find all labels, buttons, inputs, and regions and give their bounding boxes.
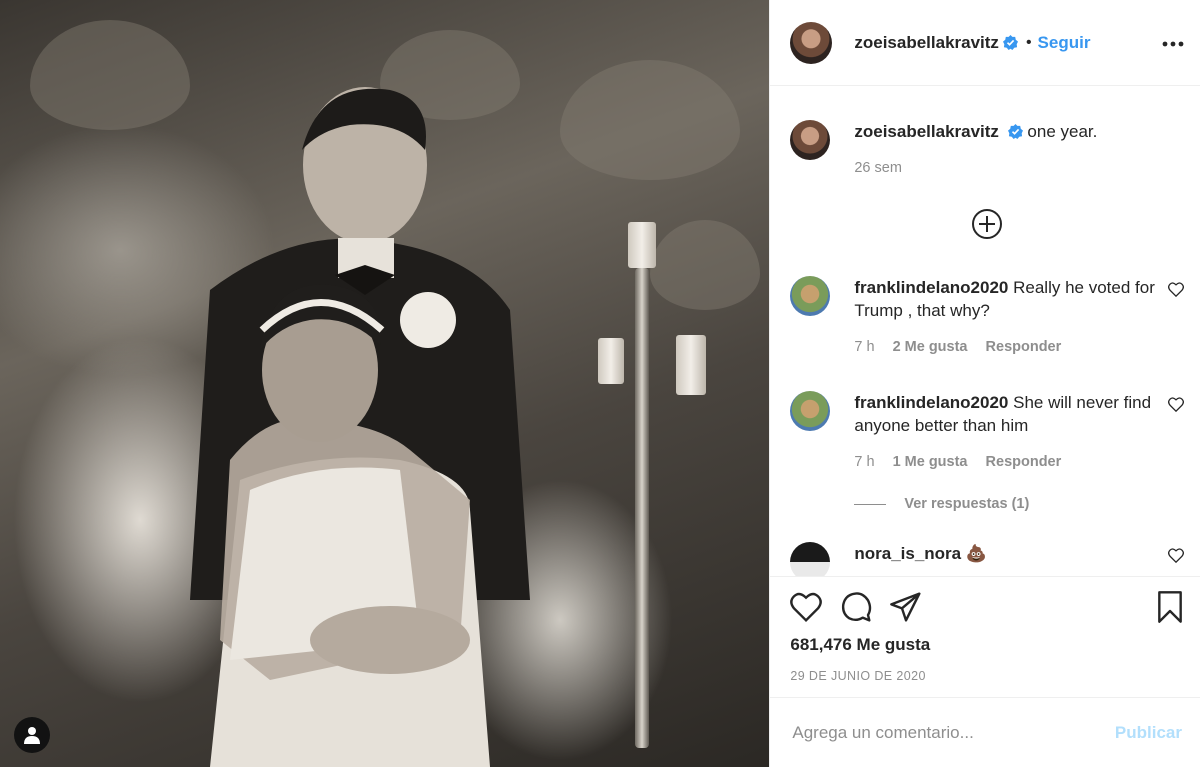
comment-like-button[interactable] [1168,397,1184,474]
candle [628,222,656,268]
post-side-panel: zoeisabellakravitz • Seguir zoeisabellak… [769,0,1200,767]
separator-dot: • [1025,33,1032,51]
plus-circle-icon [972,209,1003,239]
user-tag-icon [24,727,40,744]
candle [676,335,706,395]
view-replies-button[interactable]: Ver respuestas (1) [854,496,1184,512]
post-caption: zoeisabellakravitz one year. 26 sem [790,120,1184,180]
comment-item: franklindelano2020 Really he voted for T… [790,276,1184,359]
like-button[interactable] [790,592,823,622]
commenter-username[interactable]: franklindelano2020 [854,393,1008,412]
more-options-icon [1162,41,1184,46]
comment-like-button[interactable] [1168,548,1184,576]
candle [598,338,624,384]
verified-badge-icon [1002,35,1018,50]
commenter-avatar[interactable] [790,276,831,316]
follow-button[interactable]: Seguir [1038,33,1091,53]
post-date[interactable]: 29 DE JUNIO DE 2020 [790,669,1184,683]
likes-count[interactable]: 681,476 Me gusta [790,635,1184,655]
author-username[interactable]: zoeisabellakravitz [854,33,999,53]
foliage [650,220,760,310]
comment-item: franklindelano2020 She will never find a… [790,391,1184,474]
save-button[interactable] [1156,591,1184,623]
heart-icon [790,592,823,622]
caption-meta: 26 sem [854,157,1184,180]
bookmark-icon [1158,591,1182,623]
comment-button[interactable] [840,591,872,623]
comment-meta: 7 h 1 Me gusta Responder [854,451,1156,474]
commenter-avatar[interactable] [790,391,831,431]
post-header: zoeisabellakravitz • Seguir [770,0,1200,86]
caption-text: one year. [1027,122,1098,141]
couple-figure [190,87,530,767]
comment-likes[interactable]: 2 Me gusta [893,339,968,355]
instagram-post: zoeisabellakravitz • Seguir zoeisabellak… [0,0,1200,767]
replies-divider [854,503,887,505]
share-button[interactable] [890,592,922,622]
caption-time[interactable]: 26 sem [854,160,902,176]
caption-avatar[interactable] [790,120,831,160]
comment-likes[interactable]: 1 Me gusta [893,454,968,470]
caption-username[interactable]: zoeisabellakravitz [854,122,999,141]
publish-button[interactable]: Publicar [1115,723,1182,743]
comment-time[interactable]: 7 h [854,339,874,355]
share-icon [890,592,921,622]
comment-icon [842,592,872,622]
comment-text: 💩 [965,544,988,563]
load-more-comments-button[interactable] [790,208,1184,240]
candlestick [635,268,649,748]
reply-button[interactable]: Responder [986,339,1062,355]
view-replies-label: Ver respuestas (1) [904,496,1030,512]
more-options-button[interactable] [1162,34,1184,52]
heart-icon [1168,282,1184,298]
post-photo[interactable] [0,0,770,767]
heart-icon [1168,397,1184,413]
verified-badge-icon [1007,124,1023,139]
foliage [30,20,190,130]
add-comment-bar: Publicar [770,697,1200,767]
foliage [560,60,740,180]
comment-like-button[interactable] [1168,282,1184,359]
commenter-username[interactable]: nora_is_nora [854,544,961,563]
comment-meta: 7 h 2 Me gusta Responder [854,336,1156,359]
action-icons [790,591,1184,623]
post-actions: 681,476 Me gusta 29 DE JUNIO DE 2020 [770,576,1200,697]
reply-button[interactable]: Responder [986,454,1062,470]
comment-input[interactable] [790,721,1115,744]
comment-item: nora_is_nora 💩 [790,542,1184,576]
comment-time[interactable]: 7 h [854,454,874,470]
heart-icon [1168,548,1184,564]
tagged-users-button[interactable] [14,717,50,753]
commenter-username[interactable]: franklindelano2020 [854,278,1008,297]
commenter-avatar[interactable] [790,542,831,576]
author-avatar[interactable] [790,21,833,64]
comments-section[interactable]: zoeisabellakravitz one year. 26 sem fran… [770,86,1200,576]
